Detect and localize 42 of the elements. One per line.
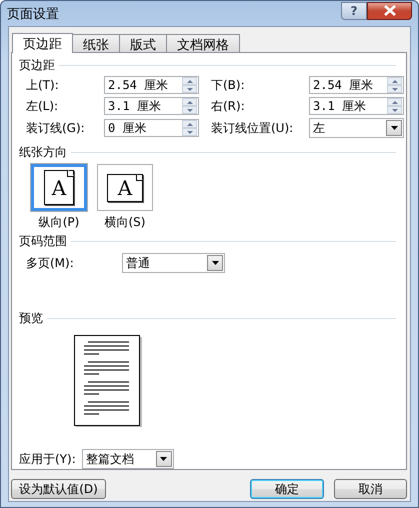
- tab[interactable]: 纸张: [72, 34, 120, 52]
- spin-field[interactable]: 2.54 厘米: [309, 76, 404, 94]
- field-label: 下(B):: [211, 76, 246, 94]
- dropdown-field[interactable]: 整篇文档: [82, 449, 174, 469]
- orientation-option[interactable]: A: [31, 164, 87, 211]
- field-label: 装订线(G):: [26, 120, 86, 136]
- spin-arrows-icon[interactable]: [182, 120, 197, 136]
- spin-field[interactable]: 3.1 厘米: [104, 97, 199, 115]
- field-label: 左(L):: [26, 98, 60, 114]
- field-label: 多页(M):: [26, 254, 75, 272]
- set-default-button[interactable]: 设为默认值(D): [11, 479, 106, 499]
- field-label: 应用于(Y):: [19, 450, 76, 468]
- option-label: 横向(S): [104, 214, 146, 231]
- spin-field[interactable]: 2.54 厘米: [104, 76, 199, 94]
- spin-field[interactable]: 3.1 厘米: [309, 97, 404, 115]
- orientation-option[interactable]: A: [97, 164, 153, 211]
- close-icon: [384, 5, 396, 16]
- portrait-page-icon: A: [44, 170, 74, 205]
- tab[interactable]: 文档网格: [166, 34, 240, 52]
- spin-arrows-icon[interactable]: [182, 77, 197, 93]
- spin-arrows-icon[interactable]: [182, 98, 197, 114]
- section-title: 纸张方向: [19, 144, 67, 160]
- help-button[interactable]: ?: [341, 2, 367, 20]
- option-label: 纵向(P): [38, 214, 80, 231]
- spin-arrows-icon[interactable]: [387, 98, 402, 114]
- ok-button[interactable]: 确定: [250, 479, 324, 499]
- landscape-page-icon: A: [107, 174, 143, 202]
- dropdown-field[interactable]: 左: [309, 118, 404, 138]
- field-label: 上(T):: [26, 76, 60, 94]
- spin-field[interactable]: 0 厘米: [104, 119, 199, 137]
- field-label: 装订线位置(U):: [211, 120, 294, 136]
- section-title: 页边距: [19, 56, 55, 74]
- dropdown-field[interactable]: 普通: [122, 253, 225, 273]
- close-button[interactable]: [367, 2, 412, 20]
- cancel-button[interactable]: 取消: [334, 479, 407, 499]
- spin-arrows-icon[interactable]: [387, 77, 402, 93]
- tab[interactable]: 页边距: [12, 33, 73, 53]
- window-title: 页面设置: [7, 6, 60, 22]
- section-title: 页码范围: [19, 232, 67, 250]
- tab[interactable]: 版式: [119, 34, 167, 52]
- section-title: 预览: [19, 310, 43, 326]
- field-label: 右(R):: [211, 98, 246, 114]
